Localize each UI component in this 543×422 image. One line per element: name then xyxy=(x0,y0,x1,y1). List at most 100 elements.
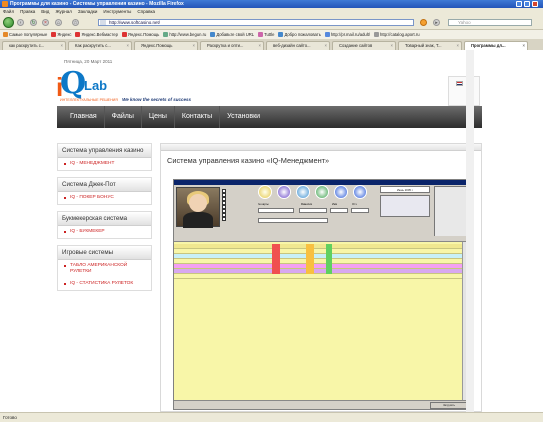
bookmark-item[interactable]: http://catalog.aport.ru xyxy=(374,32,420,37)
forward-icon[interactable]: › xyxy=(17,19,24,26)
browser-tab[interactable]: как раскрутить с... × xyxy=(2,41,66,50)
bookmark-star-icon[interactable]: ☆ xyxy=(72,19,79,26)
close-tab-icon[interactable]: × xyxy=(127,42,129,50)
grid-highlight-column xyxy=(306,244,314,274)
panel-title: Система управления казино xyxy=(58,144,151,158)
bookmark-label: Добро пожаловать xyxy=(284,32,321,37)
menu-help[interactable]: Справка xyxy=(137,8,155,15)
tab-label: Яндекс.Помощь xyxy=(141,43,173,48)
bookmark-item[interactable]: Tuttle xyxy=(258,32,274,37)
screenshot-statusbar: Загрузить xyxy=(174,400,470,409)
video-figure xyxy=(189,194,207,212)
search-input[interactable]: Yahoo xyxy=(448,19,532,26)
browser-tab[interactable]: Создание сайтов × xyxy=(332,41,396,50)
menu-edit[interactable]: Правка xyxy=(20,8,35,15)
maximize-button[interactable] xyxy=(524,1,530,7)
bookmark-label: Яндекс.Вебмастер xyxy=(81,32,118,37)
bookmark-icon xyxy=(3,32,8,37)
firefox-icon xyxy=(2,1,8,7)
rss-icon[interactable] xyxy=(420,19,427,26)
grid-highlight-column xyxy=(272,244,280,274)
menu-tools[interactable]: Инструменты xyxy=(103,8,131,15)
address-bar[interactable]: http://www.softcasino.net/ xyxy=(98,19,414,26)
close-tab-icon[interactable]: × xyxy=(193,42,195,50)
bookmark-item[interactable]: Добро пожаловать xyxy=(278,32,321,37)
close-tab-icon[interactable]: × xyxy=(391,42,393,50)
reload-icon[interactable]: ↻ xyxy=(30,19,37,26)
nav-home[interactable]: Главная xyxy=(63,106,105,128)
bookmark-label: Добавьте свой URL xyxy=(216,32,255,37)
nav-prices[interactable]: Цены xyxy=(142,106,175,128)
stop-icon[interactable]: × xyxy=(42,19,49,26)
bookmark-item[interactable]: Яндекс xyxy=(51,32,71,37)
sidebar-link[interactable]: IQ - БУКМЕКЕР xyxy=(58,226,151,238)
screenshot-field xyxy=(299,208,327,213)
menu-view[interactable]: Вид xyxy=(41,8,49,15)
close-tab-icon[interactable]: × xyxy=(457,42,459,50)
browser-tab[interactable]: Яндекс.Помощь × xyxy=(134,41,198,50)
close-tab-icon[interactable]: × xyxy=(259,42,261,50)
close-tab-icon[interactable]: × xyxy=(325,42,327,50)
screenshot-button-icon xyxy=(334,185,348,199)
close-window-button[interactable] xyxy=(532,1,538,7)
panel-title: Система Джек-Пот xyxy=(58,178,151,192)
grid-highlight-column xyxy=(326,244,332,274)
menu-bookmarks[interactable]: Закладки xyxy=(78,8,97,15)
bookmark-label: Яндекс.Помощь xyxy=(127,32,160,37)
browser-tab[interactable]: Товарный знак, Т... × xyxy=(398,41,462,50)
bookmark-item[interactable]: http://pr.mail.ru/adult/ xyxy=(324,32,370,37)
address-url: http://www.softcasino.net/ xyxy=(109,20,161,25)
screenshot-calendar xyxy=(380,195,430,217)
sidebar-link[interactable]: IQ - МЕНЕДЖМЕНТ xyxy=(58,158,151,170)
bookmark-icon xyxy=(210,32,216,37)
screenshot-button-icon xyxy=(296,185,310,199)
grid-row xyxy=(174,274,470,279)
screenshot-field xyxy=(258,208,294,213)
menu-bar: Файл Правка Вид Журнал Закладки Инструме… xyxy=(0,8,543,15)
window-title: Программы для казино - Системы управлени… xyxy=(10,1,184,7)
section-title: Система управления казино «IQ-Менеджмент… xyxy=(167,156,330,165)
sidebar-link[interactable]: ТАБЛО АМЕРИКАНСКОЙ РУЛЕТКИ xyxy=(58,260,151,278)
nav-contacts[interactable]: Контакты xyxy=(175,106,221,128)
logo-letter-q: Q xyxy=(60,66,87,101)
main-panel-header xyxy=(161,144,481,151)
bookmark-label: http://www.begun.ru xyxy=(169,32,207,37)
sidebar-panel: Букмекерская система IQ - БУКМЕКЕР xyxy=(57,211,152,239)
home-icon[interactable]: ⌂ xyxy=(55,19,62,26)
screenshot-button-icon xyxy=(258,185,272,199)
video-figure xyxy=(183,212,213,228)
sidebar-panel: Система управления казино IQ - МЕНЕДЖМЕН… xyxy=(57,143,152,171)
bookmark-item[interactable]: Яндекс.Вебмастер xyxy=(75,32,118,37)
close-tab-icon[interactable]: × xyxy=(61,42,63,50)
bookmark-item[interactable]: http://www.begun.ru xyxy=(163,32,206,37)
screenshot-field xyxy=(351,208,369,213)
browser-tab[interactable]: Как раскрутить с... × xyxy=(68,41,132,50)
sidebar-link[interactable]: IQ - СТАТИСТИКА РУЛЕТОК xyxy=(58,278,151,290)
browser-tab-active[interactable]: Программы дл... × xyxy=(464,41,528,50)
tab-label: Создание сайтов xyxy=(339,43,373,48)
panel-title: Игровые системы xyxy=(58,246,151,260)
tab-label: как раскрутить с... xyxy=(9,43,45,48)
bookmark-item[interactable]: Самые популярные xyxy=(3,32,47,37)
back-icon[interactable] xyxy=(3,17,14,28)
menu-file[interactable]: Файл xyxy=(3,8,14,15)
nav-settings[interactable]: Установки xyxy=(220,106,267,128)
bookmark-item[interactable]: Яндекс.Помощь xyxy=(121,32,160,37)
minimize-button[interactable] xyxy=(516,1,522,7)
bookmark-icon xyxy=(324,32,330,37)
window-titlebar: Программы для казино - Системы управлени… xyxy=(0,0,543,8)
page-scrollbar[interactable] xyxy=(466,50,474,412)
screenshot-button-icon xyxy=(277,185,291,199)
bookmark-icon xyxy=(163,32,169,37)
english-flag-icon[interactable] xyxy=(456,81,463,86)
bookmark-item[interactable]: Добавьте свой URL xyxy=(210,32,254,37)
sidebar-link[interactable]: IQ - ПОКЕР БОНУС xyxy=(58,192,151,204)
menu-history[interactable]: Журнал xyxy=(55,8,71,15)
close-tab-icon[interactable]: × xyxy=(523,42,525,50)
nav-files[interactable]: Файлы xyxy=(105,106,142,128)
browser-tab[interactable]: Раскрутка и опти... × xyxy=(200,41,264,50)
bookmark-label: Самые популярные xyxy=(9,32,48,37)
screenshot-checkbox xyxy=(222,217,252,222)
go-icon[interactable]: ▸ xyxy=(433,19,440,26)
browser-tab[interactable]: веб-дизайн сайто... × xyxy=(266,41,330,50)
